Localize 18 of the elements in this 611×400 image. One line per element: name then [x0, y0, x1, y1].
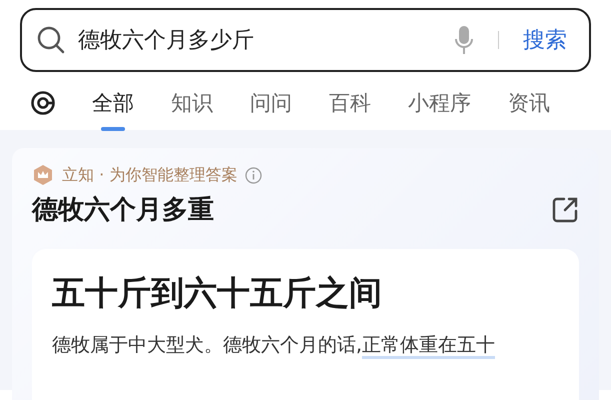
tab[interactable]: 问问: [250, 89, 292, 131]
tab[interactable]: 全部: [92, 89, 134, 131]
share-icon[interactable]: [551, 196, 579, 224]
highlighted-link[interactable]: 正常体重在五十: [362, 334, 496, 359]
search-icon: [36, 25, 66, 55]
tab[interactable]: 知识: [171, 89, 213, 131]
crown-icon: [32, 164, 54, 186]
at-sign-icon[interactable]: [30, 90, 56, 116]
tab[interactable]: 资讯: [508, 89, 550, 131]
tab[interactable]: 小程序: [408, 89, 471, 131]
search-button[interactable]: 搜索: [523, 25, 567, 55]
answer-title: 德牧六个月多重: [32, 194, 214, 227]
source-label: 立知 · 为你智能整理答案: [62, 164, 238, 186]
tab[interactable]: 百科: [329, 89, 371, 131]
answer-paragraph: 德牧属于中大型犬。德牧六个月的话,正常体重在五十: [52, 332, 559, 358]
search-field[interactable]: 德牧六个月多少斤 搜索: [20, 8, 591, 72]
answer-headline: 五十斤到六十五斤之间: [52, 272, 383, 314]
info-icon[interactable]: [245, 166, 262, 184]
